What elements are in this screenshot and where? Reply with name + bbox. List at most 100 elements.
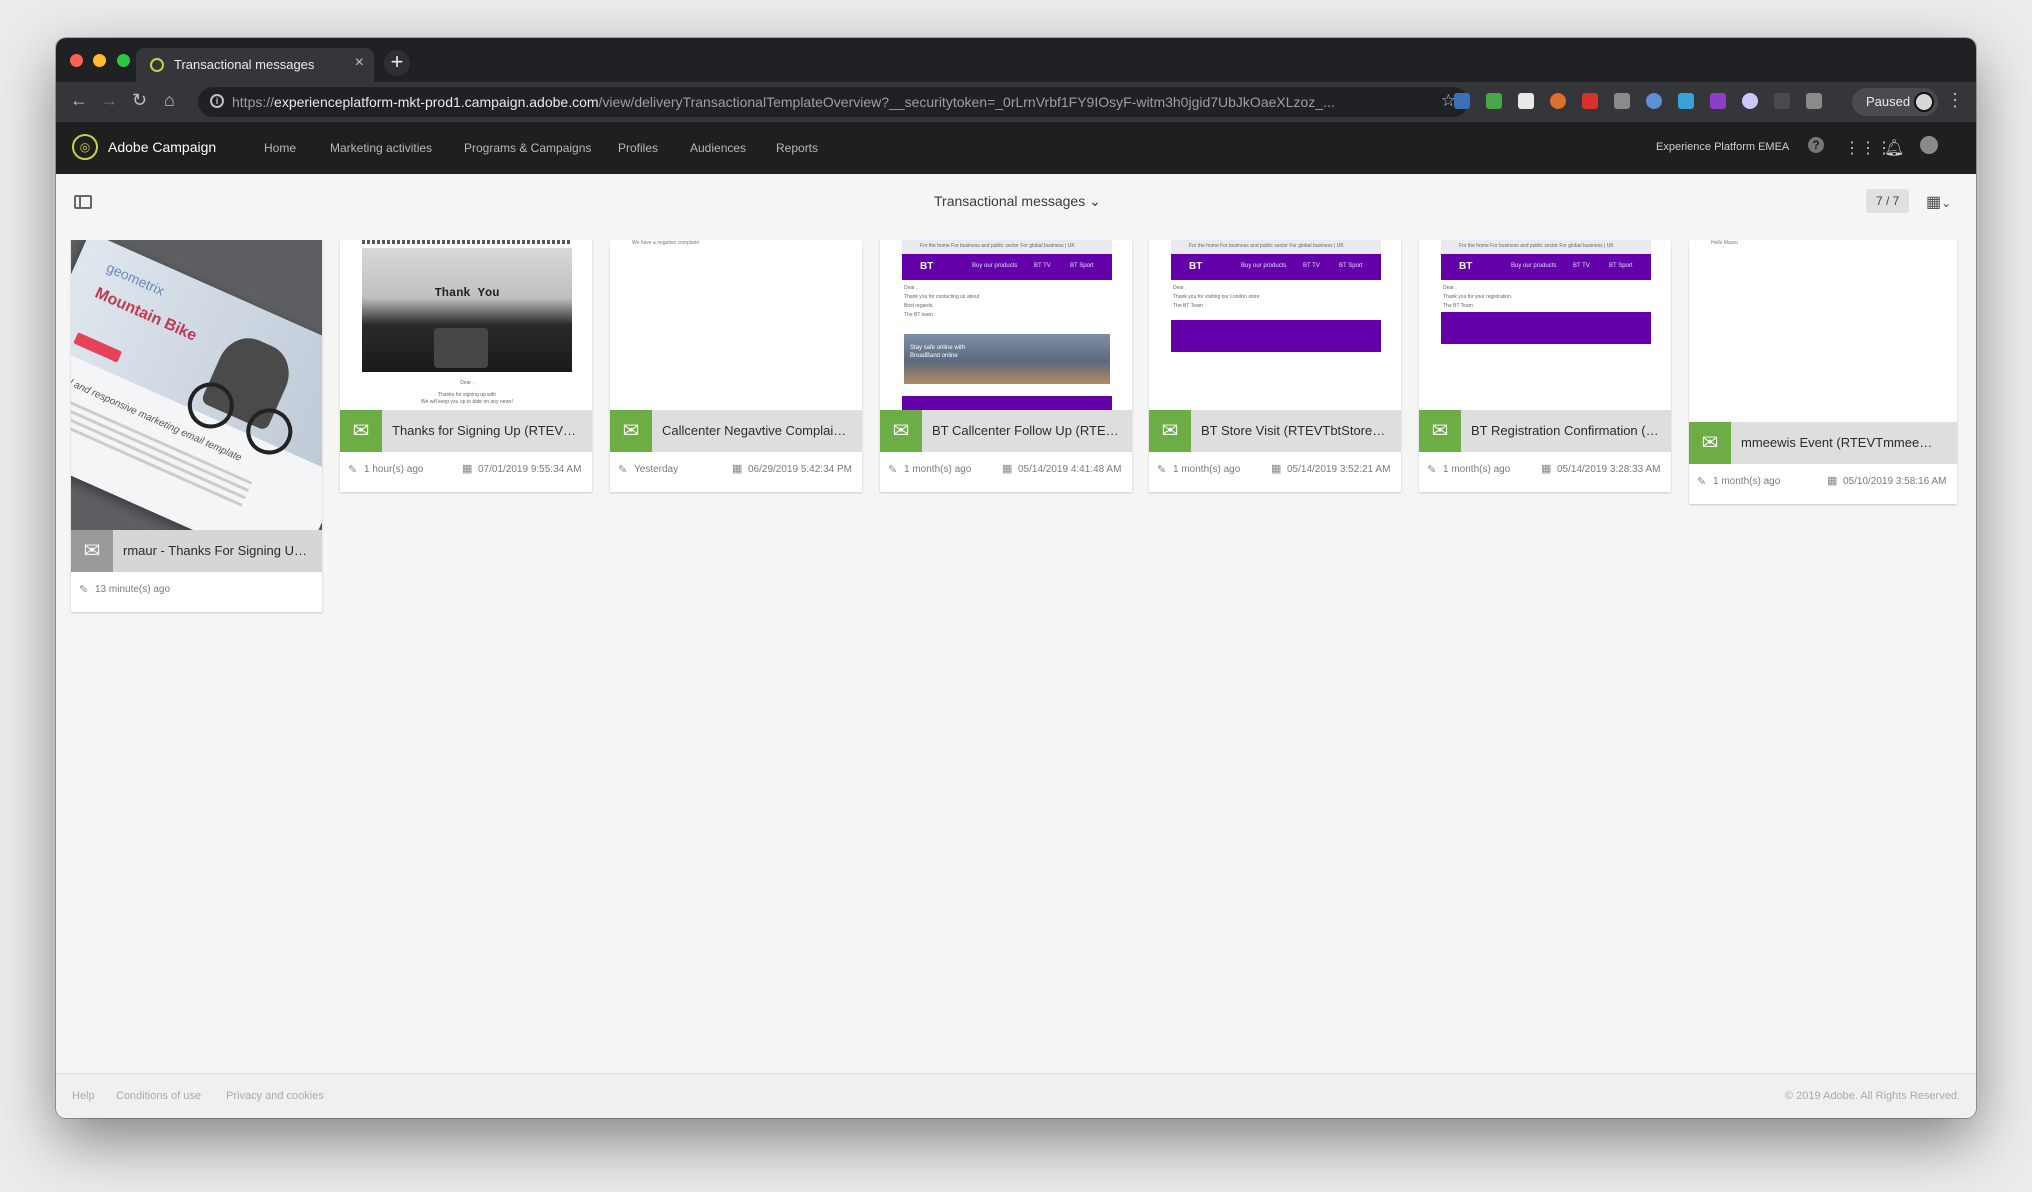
- extension-shield-icon[interactable]: [1582, 93, 1598, 109]
- extension-rp-icon[interactable]: [1710, 93, 1726, 109]
- new-tab-button[interactable]: +: [384, 50, 410, 76]
- close-tab-icon[interactable]: ×: [355, 54, 364, 72]
- card-title-bar: ✉ rmaur - Thanks For Signing Up ...: [71, 530, 322, 572]
- nav-programs-campaigns[interactable]: Programs & Campaigns: [464, 141, 591, 155]
- transactional-email-icon: ✉: [880, 410, 922, 452]
- created-date: 06/29/2019 5:42:34 PM: [748, 464, 852, 475]
- extension-globe-icon[interactable]: [1646, 93, 1662, 109]
- toggle-side-panel-icon[interactable]: [74, 195, 92, 209]
- adobe-campaign-logo-icon[interactable]: ◎: [72, 134, 98, 160]
- card-title[interactable]: mmeewis Event (RTEVTmmeewis...: [1741, 435, 1941, 450]
- pencil-icon: ✎: [1157, 464, 1167, 476]
- modified-time: 13 minute(s) ago: [95, 584, 171, 595]
- template-card[interactable]: geometrix Mountain Bike optional and res…: [71, 240, 322, 612]
- user-avatar-icon[interactable]: [1920, 136, 1938, 154]
- nav-audiences[interactable]: Audiences: [690, 141, 746, 155]
- transactional-email-icon: ✉: [71, 530, 113, 572]
- pencil-icon: ✎: [1427, 464, 1437, 476]
- app-name[interactable]: Adobe Campaign: [108, 139, 216, 155]
- home-icon[interactable]: ⌂: [164, 90, 175, 111]
- adobe-campaign-favicon-icon: [150, 58, 164, 72]
- view-title-dropdown[interactable]: Transactional messages ⌄: [934, 193, 1101, 210]
- copyright: © 2019 Adobe. All Rights Reserved.: [1784, 1090, 1960, 1102]
- card-meta: ✎ 13 minute(s) ago: [71, 574, 322, 604]
- template-card[interactable]: We have a negative complaint ✉ Callcente…: [610, 240, 862, 492]
- reload-icon[interactable]: ↻: [132, 90, 147, 111]
- card-title[interactable]: BT Callcenter Follow Up (RTEV...: [932, 423, 1122, 438]
- browser-tab[interactable]: Transactional messages ×: [136, 48, 374, 82]
- extension-circle-icon[interactable]: [1550, 93, 1566, 109]
- modified-time: Yesterday: [634, 464, 679, 475]
- transactional-email-icon: ✉: [1689, 422, 1731, 464]
- notifications-bell-icon[interactable]: 🔔︎: [1884, 138, 1904, 158]
- chevron-down-icon: ⌄: [1941, 196, 1952, 210]
- nav-reports[interactable]: Reports: [776, 141, 818, 155]
- card-meta: ✎ Yesterday ▦ 06/29/2019 5:42:34 PM: [610, 454, 862, 484]
- extension-x-icon[interactable]: [1518, 93, 1534, 109]
- modified-time: 1 month(s) ago: [1713, 476, 1781, 487]
- template-card[interactable]: Thank You Dear , Thanks for signing up w…: [340, 240, 592, 492]
- modified-time: 1 hour(s) ago: [364, 464, 424, 475]
- calendar-icon: ▦: [462, 463, 473, 475]
- pencil-icon: ✎: [1697, 476, 1707, 488]
- close-window-button[interactable]: [70, 54, 83, 67]
- card-title-bar: ✉ BT Registration Confirmation (R...: [1419, 410, 1671, 452]
- camera-icon[interactable]: [1806, 93, 1822, 109]
- transactional-email-icon: ✉: [610, 410, 652, 452]
- nav-profiles[interactable]: Profiles: [618, 141, 658, 155]
- created-date: 05/10/2019 3:58:16 AM: [1843, 476, 1947, 487]
- card-title[interactable]: BT Store Visit (RTEVTbtStoreVisit): [1201, 423, 1391, 438]
- extension-antenna-icon[interactable]: [1614, 93, 1630, 109]
- card-meta: ✎ 1 month(s) ago ▦ 05/14/2019 4:41:48 AM: [880, 454, 1132, 484]
- nav-home[interactable]: Home: [264, 141, 296, 155]
- pencil-icon: ✎: [79, 584, 89, 596]
- card-thumbnail: We have a negative complaint: [610, 240, 862, 410]
- extension-lines-icon[interactable]: [1742, 93, 1758, 109]
- site-info-icon[interactable]: i: [210, 94, 224, 108]
- footer-link-conditions[interactable]: Conditions of use: [116, 1090, 201, 1102]
- maximize-window-button[interactable]: [116, 54, 130, 67]
- view-toolbar: Transactional messages ⌄ 7 / 7 ▦⌄: [56, 174, 1976, 230]
- minimize-window-button[interactable]: [93, 54, 107, 67]
- back-arrow-icon[interactable]: ←: [70, 90, 88, 111]
- card-title-bar: ✉ BT Callcenter Follow Up (RTEV...: [880, 410, 1132, 452]
- card-title-bar: ✉ Thanks for Signing Up (RTEVTt...: [340, 410, 592, 452]
- template-card[interactable]: Hello Mauro ✉ mmeewis Event (RTEVTmmeewi…: [1689, 240, 1957, 504]
- grid-view-icon: ▦: [1926, 194, 1942, 211]
- nav-marketing-activities[interactable]: Marketing activities: [330, 141, 432, 155]
- view-title: Transactional messages: [934, 193, 1086, 209]
- card-title[interactable]: BT Registration Confirmation (R...: [1471, 423, 1661, 438]
- card-title-bar: ✉ BT Store Visit (RTEVTbtStoreVisit): [1149, 410, 1401, 452]
- card-title[interactable]: rmaur - Thanks For Signing Up ...: [123, 543, 313, 558]
- card-title[interactable]: Callcenter Negavtive Complaint...: [662, 423, 852, 438]
- browser-menu-icon[interactable]: ⋮: [1946, 90, 1964, 111]
- template-card[interactable]: For the home For business and public sec…: [880, 240, 1132, 492]
- footer-link-help[interactable]: Help: [72, 1090, 95, 1102]
- extension-svg-icon[interactable]: [1454, 93, 1470, 109]
- card-thumbnail: For the home For business and public sec…: [1419, 240, 1671, 410]
- created-date: 05/14/2019 4:41:48 AM: [1018, 464, 1122, 475]
- template-card[interactable]: For the home For business and public sec…: [1419, 240, 1671, 492]
- help-icon[interactable]: ?: [1808, 137, 1824, 153]
- modified-time: 1 month(s) ago: [1443, 464, 1511, 475]
- extension-capture-icon[interactable]: [1774, 93, 1790, 109]
- forward-arrow-icon[interactable]: →: [100, 90, 118, 111]
- template-card[interactable]: For the home For business and public sec…: [1149, 240, 1401, 492]
- org-name[interactable]: Experience Platform EMEA: [1656, 141, 1789, 153]
- extension-chart-icon[interactable]: [1486, 93, 1502, 109]
- card-meta: ✎ 1 month(s) ago ▦ 05/14/2019 3:28:33 AM: [1419, 454, 1671, 484]
- card-title-bar: ✉ mmeewis Event (RTEVTmmeewis...: [1689, 422, 1957, 464]
- calendar-icon: ▦: [1271, 463, 1282, 475]
- card-title[interactable]: Thanks for Signing Up (RTEVTt...: [392, 423, 582, 438]
- transactional-email-icon: ✉: [1149, 410, 1191, 452]
- footer-link-privacy[interactable]: Privacy and cookies: [226, 1090, 324, 1102]
- view-mode-toggle[interactable]: ▦⌄: [1926, 192, 1951, 212]
- url-text[interactable]: https://experienceplatform-mkt-prod1.cam…: [232, 94, 1412, 110]
- window-controls: [70, 54, 136, 72]
- extension-chat-icon[interactable]: [1678, 93, 1694, 109]
- chevron-down-icon: ⌄: [1089, 193, 1101, 209]
- profile-status-label: Paused: [1866, 94, 1911, 109]
- profile-paused-button[interactable]: Paused: [1852, 88, 1938, 116]
- tab-strip: Transactional messages × +: [56, 38, 1976, 82]
- address-bar[interactable]: i https://experienceplatform-mkt-prod1.c…: [198, 87, 1468, 117]
